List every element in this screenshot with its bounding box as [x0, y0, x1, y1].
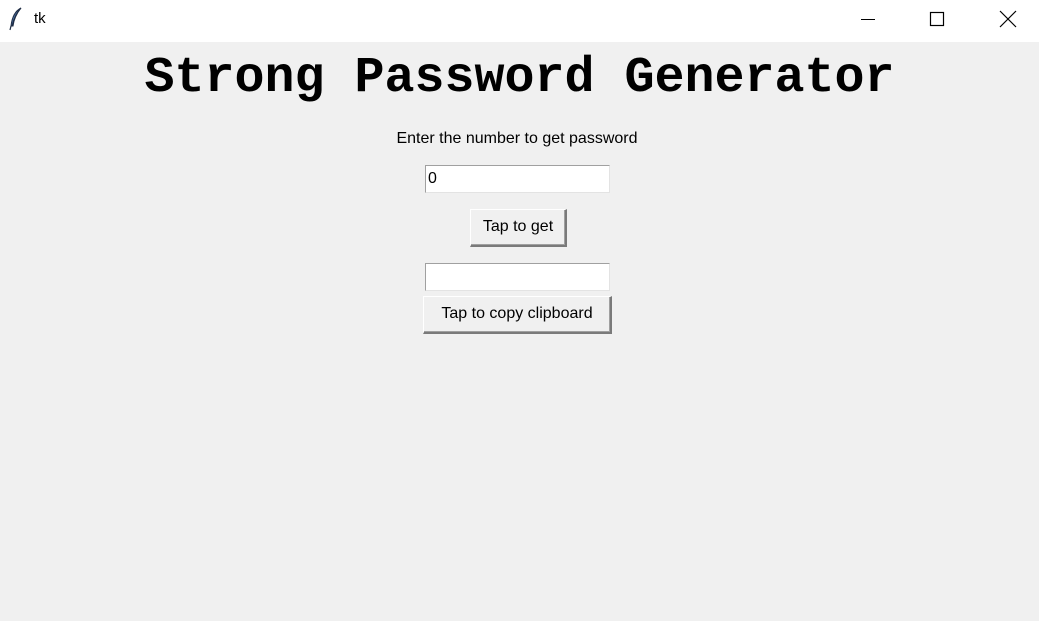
minimize-icon — [860, 11, 876, 27]
window-title: tk — [34, 10, 46, 27]
password-length-input[interactable] — [425, 165, 610, 193]
main-content: Strong Password Generator Enter the numb… — [0, 42, 1039, 621]
minimize-button[interactable] — [845, 0, 891, 37]
maximize-icon — [929, 11, 945, 27]
maximize-button[interactable] — [914, 0, 960, 37]
password-length-label: Enter the number to get password — [396, 130, 638, 147]
app-window: tk Strong Password Generator Enter the n… — [0, 0, 1039, 621]
close-icon — [999, 10, 1017, 28]
generated-password-field[interactable] — [425, 263, 610, 291]
page-title: Strong Password Generator — [144, 50, 895, 107]
copy-to-clipboard-button[interactable]: Tap to copy clipboard — [423, 296, 612, 334]
generate-password-button[interactable]: Tap to get — [470, 209, 567, 247]
feather-icon — [8, 7, 24, 31]
close-button[interactable] — [985, 0, 1031, 37]
title-bar[interactable]: tk — [0, 0, 1039, 42]
